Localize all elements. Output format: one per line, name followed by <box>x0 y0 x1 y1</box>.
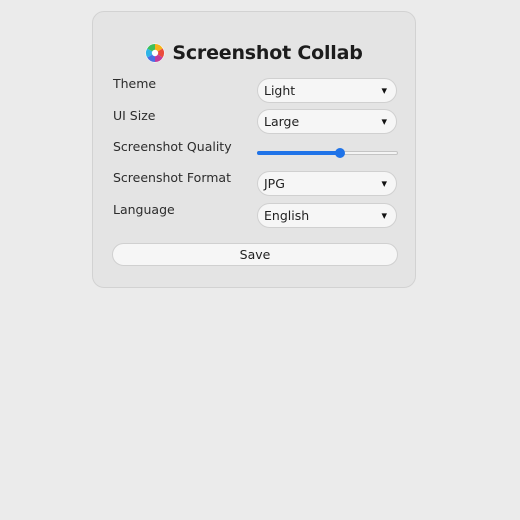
language-label: Language <box>113 202 175 217</box>
app-title: Screenshot Collab <box>172 42 363 64</box>
theme-select-value: Light <box>264 83 296 98</box>
language-select-value: English <box>264 208 310 223</box>
header: Screenshot Collab <box>93 40 415 66</box>
screenshot-format-label: Screenshot Format <box>113 170 231 185</box>
language-select[interactable]: English ▾ <box>257 203 397 228</box>
ui-size-select[interactable]: Large ▾ <box>257 109 397 134</box>
ui-size-select-value: Large <box>264 114 300 129</box>
slider-fill <box>257 151 341 155</box>
chevron-down-icon: ▾ <box>381 209 387 222</box>
slider-thumb[interactable] <box>335 148 346 158</box>
chevron-down-icon: ▾ <box>381 177 387 190</box>
chevron-down-icon: ▾ <box>381 115 387 128</box>
camera-aperture-icon <box>145 43 165 63</box>
chevron-down-icon: ▾ <box>381 84 387 97</box>
screenshot-quality-slider[interactable] <box>257 146 398 160</box>
screenshot-format-select-value: JPG <box>264 176 285 191</box>
theme-label: Theme <box>113 76 157 91</box>
save-button[interactable]: Save <box>112 243 398 266</box>
theme-select[interactable]: Light ▾ <box>257 78 397 103</box>
settings-panel: Screenshot Collab Theme Light ▾ UI Size … <box>92 11 416 288</box>
ui-size-label: UI Size <box>113 108 156 123</box>
screenshot-quality-label: Screenshot Quality <box>113 139 232 154</box>
screenshot-format-select[interactable]: JPG ▾ <box>257 171 397 196</box>
